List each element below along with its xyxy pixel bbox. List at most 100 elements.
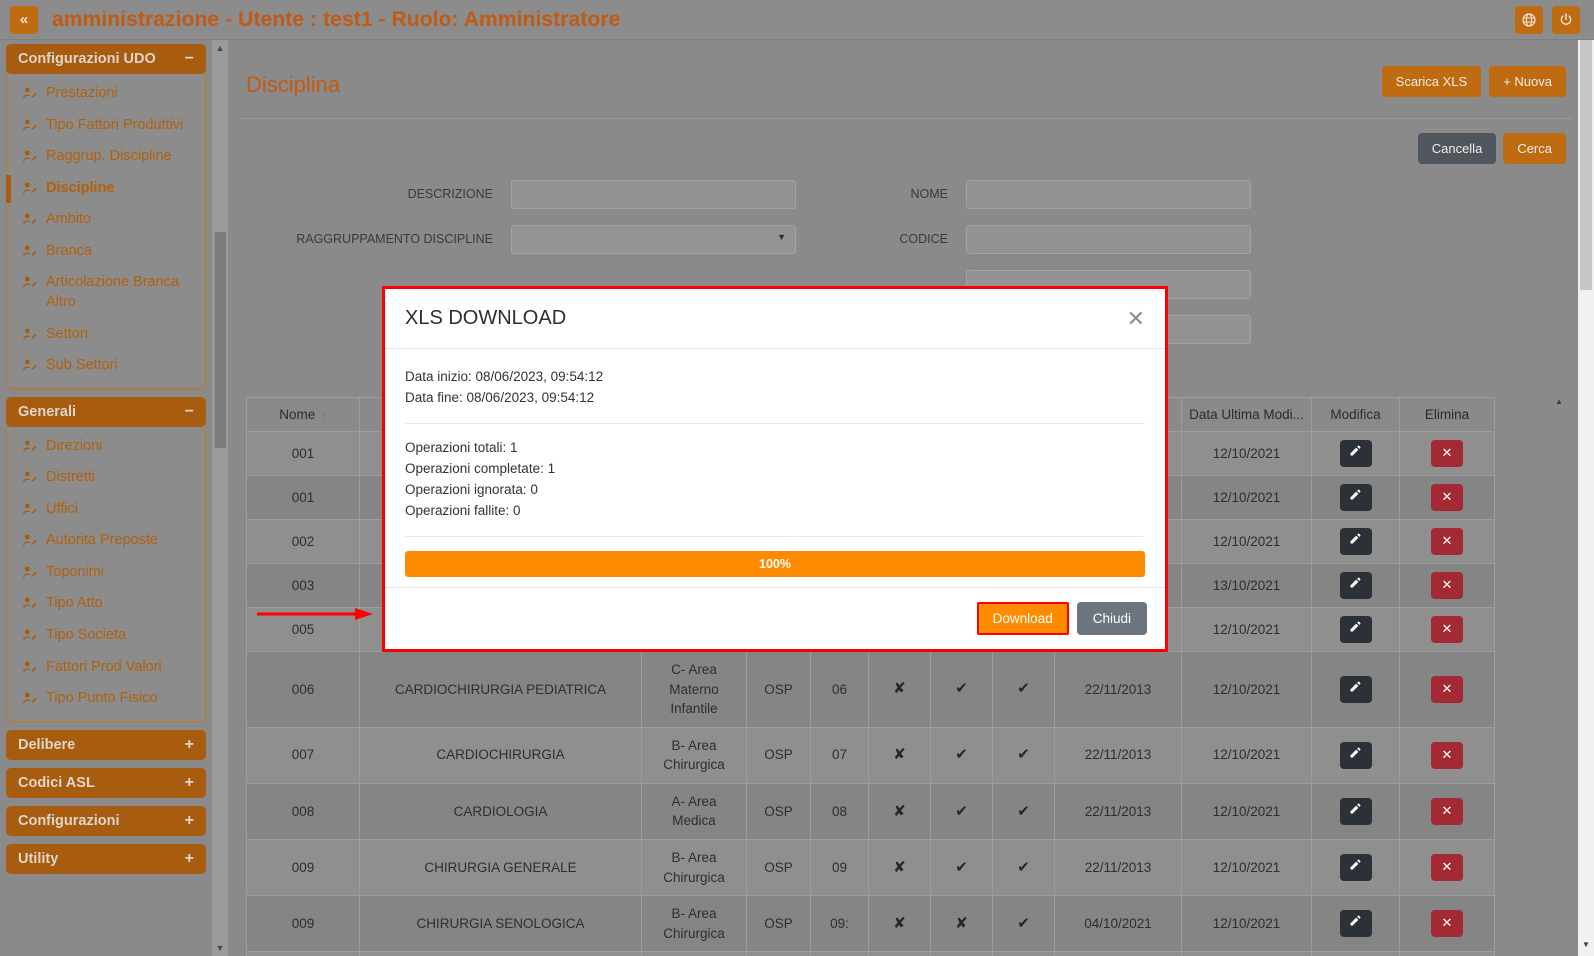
sidebar-item-prestazioni[interactable]: Prestazioni xyxy=(7,78,205,110)
codice-input[interactable] xyxy=(966,225,1251,254)
sidebar-scroll-down-arrow[interactable]: ▼ xyxy=(212,940,228,956)
page-scrollbar[interactable]: ▼ xyxy=(1578,40,1594,956)
table-column-header[interactable]: Elimina xyxy=(1400,398,1495,432)
sidebar-section-header[interactable]: Delibere+ xyxy=(6,730,206,760)
sidebar-item-settori[interactable]: Settori xyxy=(7,319,205,351)
modal-close-button[interactable]: ✕ xyxy=(1127,308,1145,330)
search-button[interactable]: Cerca xyxy=(1503,133,1566,164)
sidebar-item-branca[interactable]: Branca xyxy=(7,236,205,268)
cell-modifica xyxy=(1312,839,1400,895)
cell-descrizione: CHIRURGIA GENERALE xyxy=(360,839,642,895)
close-modal-button[interactable]: Chiudi xyxy=(1077,602,1147,635)
plus-icon[interactable]: + xyxy=(185,736,194,754)
edit-row-button[interactable] xyxy=(1340,676,1372,703)
user-edit-icon xyxy=(21,595,38,612)
user-edit-icon xyxy=(21,180,38,197)
cell-nome: 008 xyxy=(247,783,360,839)
delete-row-button[interactable]: ✕ xyxy=(1431,854,1463,881)
delete-row-button[interactable]: ✕ xyxy=(1431,676,1463,703)
edit-row-button[interactable] xyxy=(1340,910,1372,937)
minus-icon[interactable]: − xyxy=(185,403,194,421)
edit-row-button[interactable] xyxy=(1340,742,1372,769)
sidebar-item-tipo-atto[interactable]: Tipo Atto xyxy=(7,588,205,620)
sidebar-item-ambito[interactable]: Ambito xyxy=(7,204,205,236)
cell-ambito: OSP xyxy=(747,839,811,895)
table-vertical-scrollbar[interactable]: ▲ xyxy=(1552,397,1566,956)
table-column-header[interactable]: Modifica xyxy=(1312,398,1400,432)
delete-row-button[interactable]: ✕ xyxy=(1431,616,1463,643)
plus-icon[interactable]: + xyxy=(185,812,194,830)
sidebar-item-toponimi[interactable]: Toponimi xyxy=(7,557,205,589)
cell-elimina: ✕ xyxy=(1400,520,1495,564)
sidebar-item-distretti[interactable]: Distretti xyxy=(7,462,205,494)
edit-row-button[interactable] xyxy=(1340,484,1372,511)
sidebar-section-header[interactable]: Configurazioni UDO− xyxy=(6,44,206,74)
edit-row-button[interactable] xyxy=(1340,798,1372,825)
edit-row-button[interactable] xyxy=(1340,854,1372,881)
delete-row-button[interactable]: ✕ xyxy=(1431,440,1463,467)
table-column-header[interactable]: Data Ultima Modi... xyxy=(1182,398,1312,432)
delete-row-button[interactable]: ✕ xyxy=(1431,798,1463,825)
plus-icon[interactable]: + xyxy=(185,774,194,792)
edit-row-button[interactable] xyxy=(1340,616,1372,643)
download-button[interactable]: Download xyxy=(977,602,1069,635)
table-row[interactable]: 007CARDIOCHIRURGIAB- Area ChirurgicaOSP0… xyxy=(247,727,1495,783)
delete-row-button[interactable]: ✕ xyxy=(1431,528,1463,555)
page-scroll-down-arrow[interactable]: ▼ xyxy=(1578,940,1594,954)
sidebar-item-sub-settori[interactable]: Sub Settori xyxy=(7,350,205,382)
cell-elimina: ✕ xyxy=(1400,476,1495,520)
table-scroll-up-arrow[interactable]: ▲ xyxy=(1552,397,1566,411)
edit-row-button[interactable] xyxy=(1340,572,1372,599)
delete-row-button[interactable]: ✕ xyxy=(1431,742,1463,769)
sidebar-item-tipo-punto-fisico[interactable]: Tipo Punto Fisico xyxy=(7,683,205,715)
table-row[interactable]: 009CHIRURGIA SENOLOGICAB- Area Chirurgic… xyxy=(247,896,1495,952)
sidebar-section-header[interactable]: Generali− xyxy=(6,397,206,427)
sidebar-section-header[interactable]: Configurazioni+ xyxy=(6,806,206,836)
sidebar-item-raggrup-discipline[interactable]: Raggrup. Discipline xyxy=(7,141,205,173)
table-row[interactable]: 006CARDIOCHIRURGIA PEDIATRICAC- Area Mat… xyxy=(247,652,1495,728)
cell-data-istituzione: 22/11/2013 xyxy=(1055,652,1182,728)
raggruppamento-discipline-select[interactable] xyxy=(511,225,796,254)
sidebar-section-header[interactable]: Utility+ xyxy=(6,844,206,874)
sidebar-item-discipline[interactable]: Discipline xyxy=(7,173,205,205)
language-globe-button[interactable] xyxy=(1515,6,1543,34)
top-bar-actions xyxy=(1515,6,1594,34)
sidebar-item-tipo-fattori-produttivi[interactable]: Tipo Fattori Produttivi xyxy=(7,110,205,142)
sidebar-item-label: Sub Settori xyxy=(46,356,118,376)
sidebar-scroll-up-arrow[interactable]: ▲ xyxy=(212,40,228,56)
delete-row-button[interactable]: ✕ xyxy=(1431,910,1463,937)
minus-icon[interactable]: − xyxy=(185,50,194,68)
download-xls-button[interactable]: Scarica XLS xyxy=(1382,66,1482,97)
descrizione-input[interactable] xyxy=(511,180,796,209)
sidebar-item-uffici[interactable]: Uffici xyxy=(7,494,205,526)
new-record-button[interactable]: + Nuova xyxy=(1489,66,1566,97)
edit-row-button[interactable] xyxy=(1340,528,1372,555)
cell-raggruppamento: B- Area Chirurgica xyxy=(642,839,747,895)
sidebar-scrollbar[interactable]: ▲ ▼ xyxy=(212,40,228,956)
sidebar-scroll-thumb[interactable] xyxy=(215,232,226,448)
sidebar-section-header[interactable]: Codici ASL+ xyxy=(6,768,206,798)
edit-row-button[interactable] xyxy=(1340,440,1372,467)
sidebar-item-tipo-societa[interactable]: Tipo Societa xyxy=(7,620,205,652)
delete-row-button[interactable]: ✕ xyxy=(1431,572,1463,599)
sidebar-item-label: Distretti xyxy=(46,468,95,488)
sidebar-item-autorita-preposte[interactable]: Autorita Preposte xyxy=(7,525,205,557)
clear-filters-button[interactable]: Cancella xyxy=(1418,133,1497,164)
delete-row-button[interactable]: ✕ xyxy=(1431,484,1463,511)
globe-icon xyxy=(1521,12,1537,28)
logout-power-button[interactable] xyxy=(1552,6,1580,34)
sidebar-item-articolazione-branca-altro[interactable]: Articolazione Branca Altro xyxy=(7,267,205,318)
sidebar-item-direzioni[interactable]: Direzioni xyxy=(7,431,205,463)
sidebar-item-fattori-prod-valori[interactable]: Fattori Prod Valori xyxy=(7,652,205,684)
sidebar-item-label: Direzioni xyxy=(46,437,102,457)
sidebar-collapse-button[interactable]: « xyxy=(10,6,38,34)
nome-input[interactable] xyxy=(966,180,1251,209)
user-edit-icon xyxy=(21,117,38,134)
plus-icon[interactable]: + xyxy=(185,850,194,868)
page-scroll-thumb[interactable] xyxy=(1580,40,1592,290)
table-row[interactable]: 008CARDIOLOGIAA- Area MedicaOSP08✘✔✔22/1… xyxy=(247,783,1495,839)
table-row[interactable]: 009CHIRURGIA GENERALEB- Area ChirurgicaO… xyxy=(247,839,1495,895)
table-column-header[interactable]: Nome↑ xyxy=(247,398,360,432)
user-edit-icon xyxy=(21,438,38,455)
table-row[interactable]: 009CHIRURGIA DEI TRAPIANTIB- Area Chirur… xyxy=(247,952,1495,956)
